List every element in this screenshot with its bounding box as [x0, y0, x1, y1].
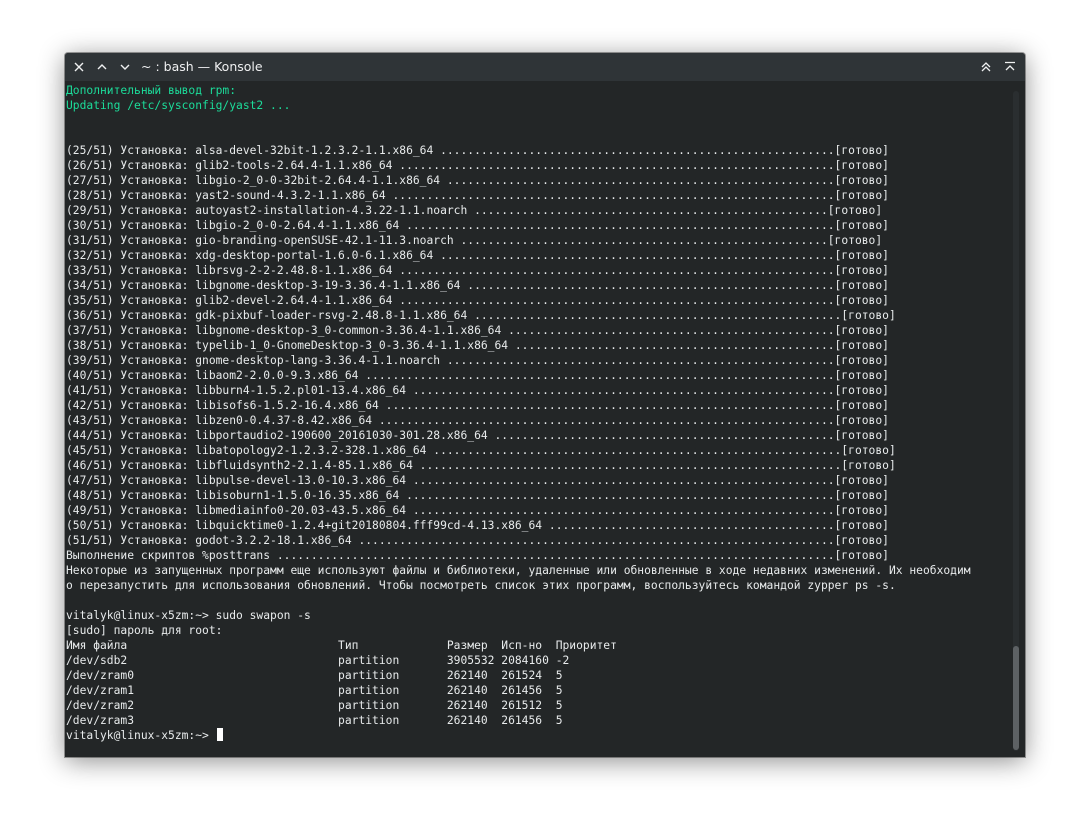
- terminal-line: Дополнительный вывод rpm:: [66, 84, 237, 97]
- terminal-line: (45/51) Установка: libatopology2-1.2.3.2…: [66, 444, 896, 457]
- maximize-icon[interactable]: [1001, 58, 1019, 76]
- keep-above-icon[interactable]: [977, 58, 995, 76]
- terminal-line: (48/51) Установка: libisoburn1-1.5.0-16.…: [66, 489, 889, 502]
- terminal-line: vitalyk@linux-x5zm:~> sudo swapon -s: [66, 609, 311, 622]
- text-cursor: [216, 728, 223, 741]
- terminal-line: Updating /etc/sysconfig/yast2 ...: [66, 99, 291, 112]
- terminal-line: Некоторые из запущенных программ еще исп…: [66, 564, 971, 577]
- terminal-line: о перезапустить для использования обновл…: [66, 579, 896, 592]
- terminal-line: (25/51) Установка: alsa-devel-32bit-1.2.…: [66, 144, 889, 157]
- terminal-line: [sudo] пароль для root:: [66, 624, 223, 637]
- terminal-line: /dev/zram2 partition 262140 261512 5: [66, 699, 563, 712]
- terminal-line: (40/51) Установка: libaom2-2.0.0-9.3.x86…: [66, 369, 889, 382]
- terminal-line: (49/51) Установка: libmediainfo0-20.03-4…: [66, 504, 889, 517]
- terminal-line: (44/51) Установка: libportaudio2-190600_…: [66, 429, 889, 442]
- terminal-line: /dev/sdb2 partition 3905532 2084160 -2: [66, 654, 570, 667]
- terminal-line: (46/51) Установка: libfluidsynth2-2.1.4-…: [66, 459, 896, 472]
- terminal-line: /dev/zram0 partition 262140 261524 5: [66, 669, 563, 682]
- terminal-line: (31/51) Установка: gio-branding-openSUSE…: [66, 234, 883, 247]
- terminal-line: Выполнение скриптов %posttrans .........…: [66, 549, 889, 562]
- terminal-line: (42/51) Установка: libisofs6-1.5.2-16.4.…: [66, 399, 889, 412]
- chevron-down-icon[interactable]: [116, 58, 134, 76]
- terminal-line: (28/51) Установка: yast2-sound-4.3.2-1.1…: [66, 189, 889, 202]
- terminal-line: (34/51) Установка: libgnome-desktop-3-19…: [66, 279, 889, 292]
- chevron-up-icon[interactable]: [93, 58, 111, 76]
- window-title: ~ : bash — Konsole: [141, 59, 263, 74]
- terminal-line: (36/51) Установка: gdk-pixbuf-loader-rsv…: [66, 309, 896, 322]
- prompt-line[interactable]: vitalyk@linux-x5zm:~>: [66, 728, 971, 743]
- terminal-line: Имя файла Тип Размер Исп-но Приоритет: [66, 639, 617, 652]
- terminal-output: Дополнительный вывод rpm: Updating /etc/s…: [66, 83, 971, 743]
- title-bar[interactable]: ~ : bash — Konsole: [65, 53, 1025, 81]
- close-icon[interactable]: [70, 58, 88, 76]
- terminal-line: (39/51) Установка: gnome-desktop-lang-3.…: [66, 354, 889, 367]
- terminal-line: (27/51) Установка: libgio-2_0-0-32bit-2.…: [66, 174, 889, 187]
- terminal-line: (37/51) Установка: libgnome-desktop-3_0-…: [66, 324, 889, 337]
- terminal-line: (51/51) Установка: godot-3.2.2-18.1.x86_…: [66, 534, 889, 547]
- terminal-line: (26/51) Установка: glib2-tools-2.64.4-1.…: [66, 159, 889, 172]
- terminal-line: /dev/zram3 partition 262140 261456 5: [66, 714, 563, 727]
- terminal-line: (43/51) Установка: libzen0-0.4.37-8.42.x…: [66, 414, 889, 427]
- terminal-view[interactable]: Дополнительный вывод rpm: Updating /etc/s…: [65, 81, 1007, 757]
- konsole-window: ~ : bash — Konsole Дополнительный вывод …: [65, 53, 1025, 757]
- terminal-line: (32/51) Установка: xdg-desktop-portal-1.…: [66, 249, 889, 262]
- terminal-line: (35/51) Установка: glib2-devel-2.64.4-1.…: [66, 294, 889, 307]
- prompt-text: vitalyk@linux-x5zm:~>: [66, 729, 216, 742]
- terminal-line: (33/51) Установка: librsvg-2-2-2.48.8-1.…: [66, 264, 889, 277]
- terminal-line: (47/51) Установка: libpulse-devel-13.0-1…: [66, 474, 889, 487]
- terminal-line: (38/51) Установка: typelib-1_0-GnomeDesk…: [66, 339, 889, 352]
- scrollbar[interactable]: [1008, 81, 1025, 757]
- terminal-line: (41/51) Установка: libburn4-1.5.2.pl01-1…: [66, 384, 889, 397]
- scrollbar-handle[interactable]: [1013, 646, 1019, 750]
- terminal-line: (30/51) Установка: libgio-2_0-0-2.64.4-1…: [66, 219, 889, 232]
- terminal-line: /dev/zram1 partition 262140 261456 5: [66, 684, 563, 697]
- terminal-line: (50/51) Установка: libquicktime0-1.2.4+g…: [66, 519, 889, 532]
- terminal-line: (29/51) Установка: autoyast2-installatio…: [66, 204, 883, 217]
